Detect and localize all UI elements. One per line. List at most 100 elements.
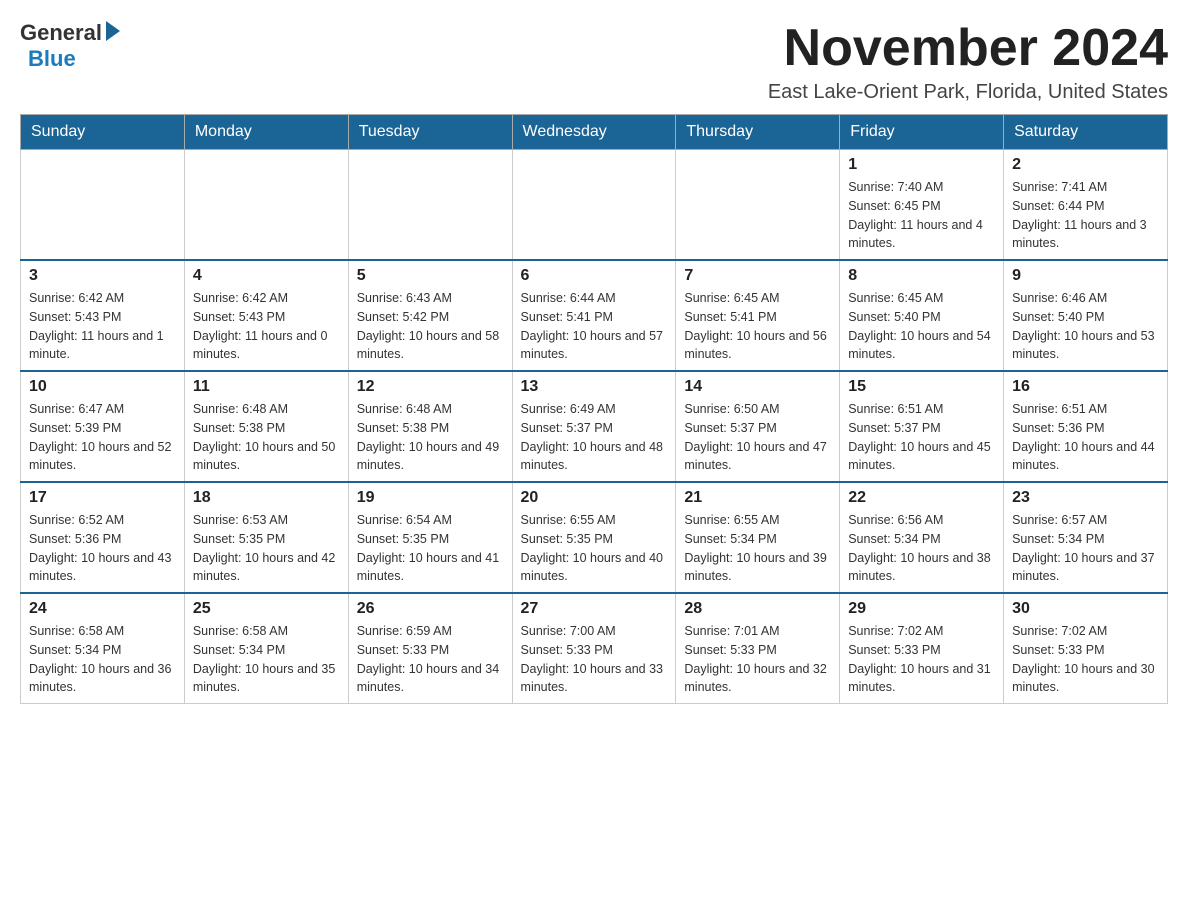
calendar-cell xyxy=(348,150,512,261)
calendar-cell: 14 Sunrise: 6:50 AMSunset: 5:37 PMDayligh… xyxy=(676,371,840,482)
day-number: 7 xyxy=(684,267,831,285)
day-info: Sunrise: 7:02 AMSunset: 5:33 PMDaylight:… xyxy=(848,622,995,697)
page-header: General Blue November 2024 East Lake-Ori… xyxy=(20,20,1168,104)
day-info: Sunrise: 6:58 AMSunset: 5:34 PMDaylight:… xyxy=(193,622,340,697)
calendar-cell: 15 Sunrise: 6:51 AMSunset: 5:37 PMDayligh… xyxy=(840,371,1004,482)
weekday-header-monday: Monday xyxy=(184,115,348,150)
calendar-table: SundayMondayTuesdayWednesdayThursdayFrid… xyxy=(20,114,1168,704)
calendar-cell: 10Sunrise: 6:47 AMSunset: 5:39 PMDayligh… xyxy=(21,371,185,482)
day-info: Sunrise: 6:47 AMSunset: 5:39 PMDaylight:… xyxy=(29,400,176,475)
calendar-cell: 19 Sunrise: 6:54 AMSunset: 5:35 PMDayligh… xyxy=(348,482,512,593)
calendar-cell: 30 Sunrise: 7:02 AMSunset: 5:33 PMDayligh… xyxy=(1004,593,1168,704)
day-info: Sunrise: 6:50 AMSunset: 5:37 PMDaylight:… xyxy=(684,400,831,475)
day-info: Sunrise: 6:55 AMSunset: 5:34 PMDaylight:… xyxy=(684,511,831,586)
day-number: 27 xyxy=(521,600,668,618)
day-number: 20 xyxy=(521,489,668,507)
calendar-cell: 9Sunrise: 6:46 AMSunset: 5:40 PMDaylight… xyxy=(1004,260,1168,371)
day-info: Sunrise: 6:48 AMSunset: 5:38 PMDaylight:… xyxy=(357,400,504,475)
day-info: Sunrise: 7:41 AMSunset: 6:44 PMDaylight:… xyxy=(1012,178,1159,253)
calendar-cell: 25 Sunrise: 6:58 AMSunset: 5:34 PMDayligh… xyxy=(184,593,348,704)
day-number: 15 xyxy=(848,378,995,396)
day-number: 23 xyxy=(1012,489,1159,507)
calendar-cell: 22 Sunrise: 6:56 AMSunset: 5:34 PMDayligh… xyxy=(840,482,1004,593)
calendar-cell: 18 Sunrise: 6:53 AMSunset: 5:35 PMDayligh… xyxy=(184,482,348,593)
calendar-cell: 11 Sunrise: 6:48 AMSunset: 5:38 PMDayligh… xyxy=(184,371,348,482)
day-number: 13 xyxy=(521,378,668,396)
calendar-cell xyxy=(676,150,840,261)
day-info: Sunrise: 6:44 AMSunset: 5:41 PMDaylight:… xyxy=(521,289,668,364)
calendar-cell: 8 Sunrise: 6:45 AMSunset: 5:40 PMDaylight… xyxy=(840,260,1004,371)
day-info: Sunrise: 6:48 AMSunset: 5:38 PMDaylight:… xyxy=(193,400,340,475)
calendar-cell: 5Sunrise: 6:43 AMSunset: 5:42 PMDaylight… xyxy=(348,260,512,371)
day-info: Sunrise: 6:57 AMSunset: 5:34 PMDaylight:… xyxy=(1012,511,1159,586)
calendar-cell: 29 Sunrise: 7:02 AMSunset: 5:33 PMDayligh… xyxy=(840,593,1004,704)
day-number: 14 xyxy=(684,378,831,396)
calendar-cell: 3 Sunrise: 6:42 AMSunset: 5:43 PMDaylight… xyxy=(21,260,185,371)
calendar-cell xyxy=(184,150,348,261)
calendar-cell: 16 Sunrise: 6:51 AMSunset: 5:36 PMDayligh… xyxy=(1004,371,1168,482)
title-block: November 2024 East Lake-Orient Park, Flo… xyxy=(768,20,1168,104)
weekday-header-friday: Friday xyxy=(840,115,1004,150)
day-number: 11 xyxy=(193,378,340,396)
calendar-week-row: 24 Sunrise: 6:58 AMSunset: 5:34 PMDayligh… xyxy=(21,593,1168,704)
weekday-header-saturday: Saturday xyxy=(1004,115,1168,150)
weekday-header-thursday: Thursday xyxy=(676,115,840,150)
day-info: Sunrise: 6:45 AMSunset: 5:40 PMDaylight:… xyxy=(848,289,995,364)
calendar-cell: 20Sunrise: 6:55 AMSunset: 5:35 PMDayligh… xyxy=(512,482,676,593)
calendar-week-row: 10Sunrise: 6:47 AMSunset: 5:39 PMDayligh… xyxy=(21,371,1168,482)
day-number: 22 xyxy=(848,489,995,507)
calendar-cell: 2 Sunrise: 7:41 AMSunset: 6:44 PMDaylight… xyxy=(1004,150,1168,261)
day-number: 2 xyxy=(1012,156,1159,174)
day-number: 30 xyxy=(1012,600,1159,618)
day-number: 17 xyxy=(29,489,176,507)
day-info: Sunrise: 6:42 AMSunset: 5:43 PMDaylight:… xyxy=(193,289,340,364)
day-number: 29 xyxy=(848,600,995,618)
day-info: Sunrise: 6:54 AMSunset: 5:35 PMDaylight:… xyxy=(357,511,504,586)
day-number: 18 xyxy=(193,489,340,507)
calendar-cell xyxy=(512,150,676,261)
calendar-cell: 23 Sunrise: 6:57 AMSunset: 5:34 PMDayligh… xyxy=(1004,482,1168,593)
calendar-cell xyxy=(21,150,185,261)
calendar-cell: 17 Sunrise: 6:52 AMSunset: 5:36 PMDayligh… xyxy=(21,482,185,593)
calendar-cell: 13Sunrise: 6:49 AMSunset: 5:37 PMDayligh… xyxy=(512,371,676,482)
day-number: 25 xyxy=(193,600,340,618)
month-title: November 2024 xyxy=(768,20,1168,77)
day-number: 6 xyxy=(521,267,668,285)
logo-general-text: General xyxy=(20,20,102,46)
day-number: 12 xyxy=(357,378,504,396)
calendar-cell: 27Sunrise: 7:00 AMSunset: 5:33 PMDayligh… xyxy=(512,593,676,704)
day-number: 9 xyxy=(1012,267,1159,285)
day-number: 8 xyxy=(848,267,995,285)
day-info: Sunrise: 6:58 AMSunset: 5:34 PMDaylight:… xyxy=(29,622,176,697)
logo: General Blue xyxy=(20,20,120,72)
day-number: 16 xyxy=(1012,378,1159,396)
day-info: Sunrise: 6:52 AMSunset: 5:36 PMDaylight:… xyxy=(29,511,176,586)
day-info: Sunrise: 6:59 AMSunset: 5:33 PMDaylight:… xyxy=(357,622,504,697)
day-info: Sunrise: 6:51 AMSunset: 5:37 PMDaylight:… xyxy=(848,400,995,475)
day-info: Sunrise: 6:42 AMSunset: 5:43 PMDaylight:… xyxy=(29,289,176,364)
day-info: Sunrise: 7:40 AMSunset: 6:45 PMDaylight:… xyxy=(848,178,995,253)
calendar-week-row: 17 Sunrise: 6:52 AMSunset: 5:36 PMDayligh… xyxy=(21,482,1168,593)
calendar-cell: 4 Sunrise: 6:42 AMSunset: 5:43 PMDaylight… xyxy=(184,260,348,371)
day-info: Sunrise: 6:51 AMSunset: 5:36 PMDaylight:… xyxy=(1012,400,1159,475)
day-info: Sunrise: 6:45 AMSunset: 5:41 PMDaylight:… xyxy=(684,289,831,364)
calendar-cell: 6 Sunrise: 6:44 AMSunset: 5:41 PMDaylight… xyxy=(512,260,676,371)
day-info: Sunrise: 6:53 AMSunset: 5:35 PMDaylight:… xyxy=(193,511,340,586)
day-number: 1 xyxy=(848,156,995,174)
logo-arrow-icon xyxy=(106,21,120,41)
day-number: 3 xyxy=(29,267,176,285)
calendar-cell: 26 Sunrise: 6:59 AMSunset: 5:33 PMDayligh… xyxy=(348,593,512,704)
weekday-header-sunday: Sunday xyxy=(21,115,185,150)
calendar-cell: 7 Sunrise: 6:45 AMSunset: 5:41 PMDaylight… xyxy=(676,260,840,371)
day-number: 24 xyxy=(29,600,176,618)
day-info: Sunrise: 7:02 AMSunset: 5:33 PMDaylight:… xyxy=(1012,622,1159,697)
location-title: East Lake-Orient Park, Florida, United S… xyxy=(768,81,1168,104)
day-info: Sunrise: 6:43 AMSunset: 5:42 PMDaylight:… xyxy=(357,289,504,364)
day-number: 4 xyxy=(193,267,340,285)
calendar-week-row: 1 Sunrise: 7:40 AMSunset: 6:45 PMDaylight… xyxy=(21,150,1168,261)
calendar-cell: 12 Sunrise: 6:48 AMSunset: 5:38 PMDayligh… xyxy=(348,371,512,482)
calendar-cell: 24 Sunrise: 6:58 AMSunset: 5:34 PMDayligh… xyxy=(21,593,185,704)
day-info: Sunrise: 6:56 AMSunset: 5:34 PMDaylight:… xyxy=(848,511,995,586)
day-number: 19 xyxy=(357,489,504,507)
day-number: 26 xyxy=(357,600,504,618)
